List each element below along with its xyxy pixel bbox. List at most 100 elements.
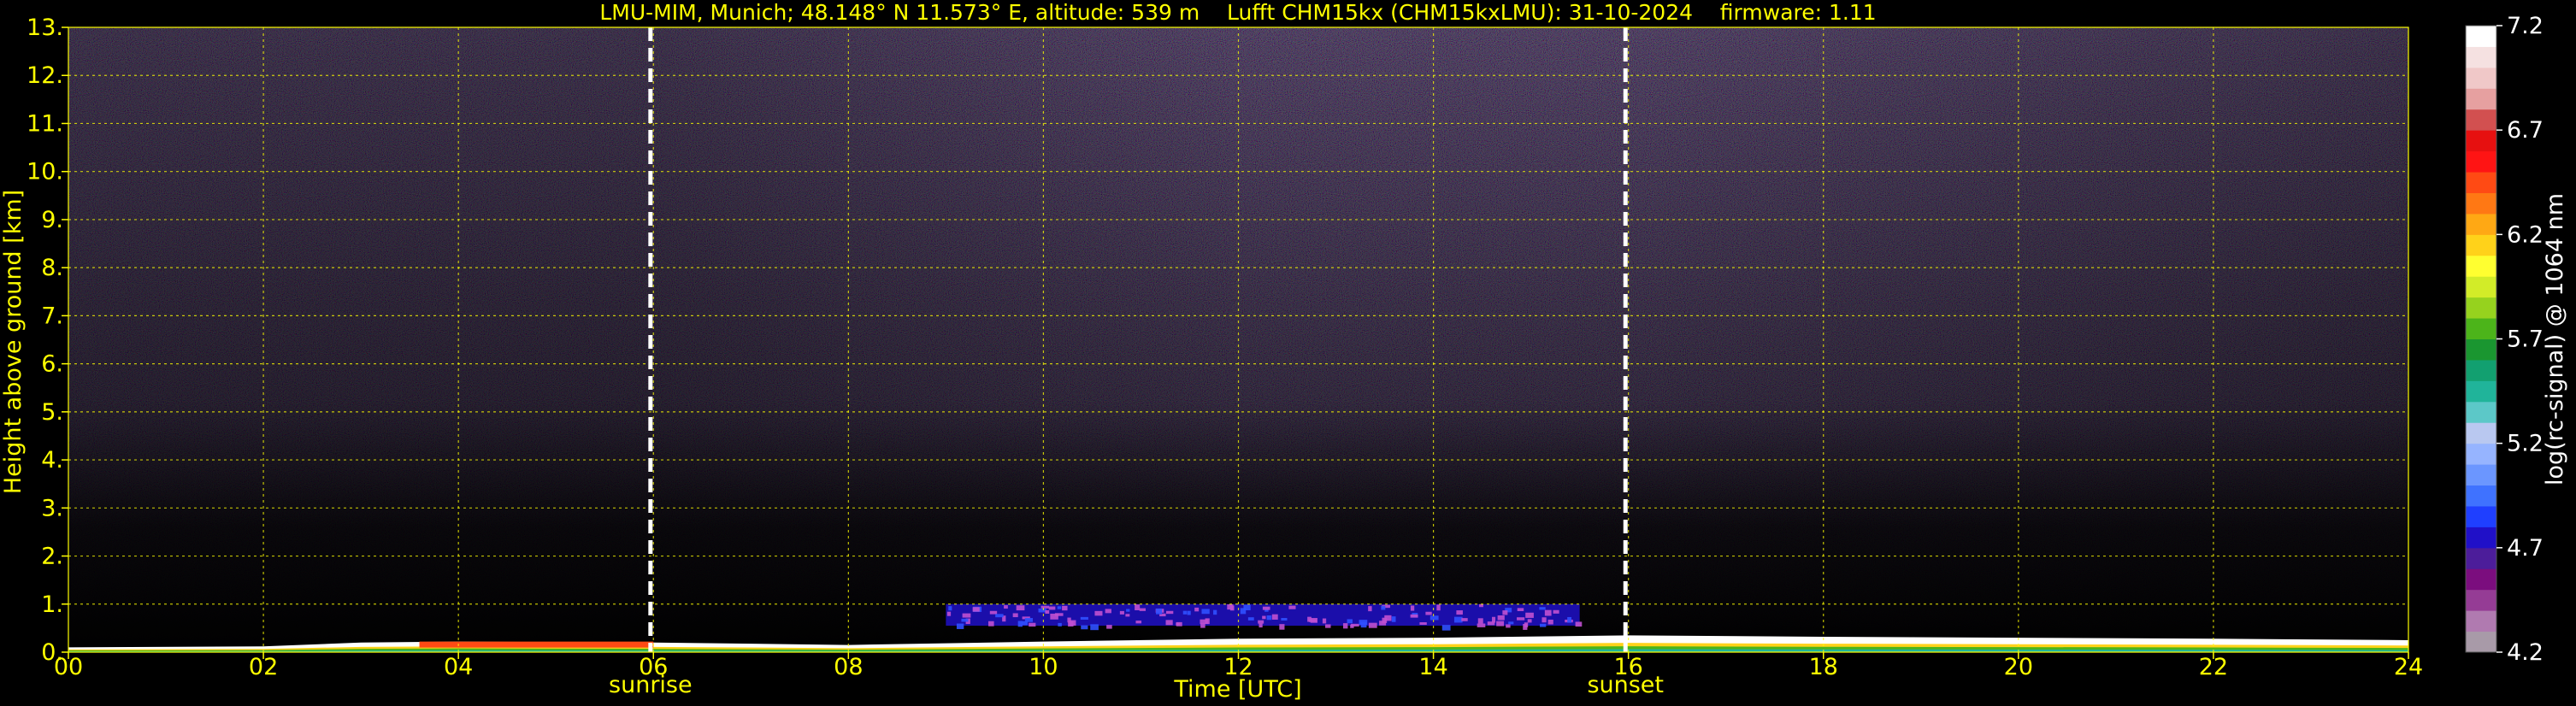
aerosol-speckle: [1094, 610, 1103, 616]
colorbar-swatch: [2466, 109, 2496, 131]
colorbar-swatch: [2466, 401, 2496, 423]
aerosol-speckle: [1575, 621, 1583, 627]
x-tick-label: 20: [2004, 654, 2033, 680]
aerosol-speckle: [1054, 613, 1064, 616]
colorbar-swatch: [2466, 130, 2496, 152]
colorbar-swatch: [2466, 88, 2496, 110]
aerosol-speckle: [1135, 621, 1142, 624]
aerosol-speckle: [1517, 608, 1524, 612]
colorbar-swatch: [2466, 150, 2496, 173]
x-tick-label: 22: [2199, 654, 2228, 680]
sunrise-marker-label: sunrise: [609, 672, 693, 698]
colorbar: [2465, 25, 2497, 653]
aerosol-speckle: [1436, 604, 1441, 611]
colorbar-tick-label: 4.2: [2507, 639, 2544, 666]
x-tick-label: 08: [834, 654, 863, 680]
aerosol-speckle: [1281, 617, 1288, 621]
colorbar-tick-label: 6.2: [2507, 221, 2544, 248]
y-tick-label: 5.: [41, 399, 63, 426]
aerosol-speckle: [1497, 615, 1505, 621]
colorbar-swatch: [2466, 505, 2496, 527]
aerosol-speckle: [1524, 622, 1529, 627]
colorbar-swatch: [2466, 26, 2496, 47]
aerosol-speckle: [1262, 606, 1270, 610]
aerosol-speckle: [1135, 604, 1141, 611]
aerosol-speckle: [1262, 615, 1266, 620]
plot-area: [68, 27, 2408, 652]
aerosol-speckle: [972, 607, 980, 612]
x-tick-label: 24: [2394, 654, 2423, 680]
aerosol-speckle: [1351, 623, 1359, 627]
aerosol-speckle: [1156, 608, 1163, 615]
x-tick-label: 14: [1418, 654, 1447, 680]
aerosol-speckle: [1567, 616, 1572, 623]
colorbar-swatch: [2466, 443, 2496, 465]
aerosol-speckle: [1544, 609, 1552, 616]
aerosol-speckle: [1425, 611, 1432, 615]
aerosol-speckle: [987, 621, 994, 627]
aerosol-speckle: [1456, 610, 1463, 615]
aerosol-speckle: [1477, 623, 1486, 627]
colorbar-swatch: [2466, 610, 2496, 632]
aerosol-speckle: [1347, 619, 1353, 624]
aerosol-speckle: [1105, 609, 1111, 614]
aerosol-speckle: [1080, 616, 1088, 621]
sunset-marker-label: sunset: [1587, 672, 1664, 698]
aerosol-speckle: [1247, 617, 1254, 621]
aerosol-speckle: [1325, 624, 1331, 628]
aerosol-speckle: [1200, 619, 1208, 624]
aerosol-speckle: [961, 618, 969, 622]
aerosol-speckle: [1359, 620, 1368, 625]
aerosol-speckle: [1478, 603, 1483, 608]
aerosol-speckle: [1279, 624, 1285, 630]
x-tick-label: 04: [444, 654, 473, 680]
y-tick-label: 9.: [41, 207, 63, 233]
aerosol-speckle: [1508, 621, 1514, 625]
colorbar-swatch: [2466, 380, 2496, 403]
colorbar-swatch: [2466, 631, 2496, 653]
colorbar-swatch: [2466, 485, 2496, 507]
colorbar-tick-label: 5.7: [2507, 327, 2544, 353]
aerosol-speckle: [1259, 623, 1263, 628]
colorbar-swatch: [2466, 568, 2496, 591]
aerosol-speckle: [1502, 610, 1508, 615]
colorbar-swatch: [2466, 172, 2496, 193]
y-tick-label: 8.: [41, 255, 63, 281]
aerosol-speckle: [1322, 618, 1327, 624]
aerosol-speckle: [1012, 613, 1018, 618]
aerosol-speckle: [1213, 609, 1217, 615]
y-tick-label: 12.: [27, 62, 63, 89]
colorbar-swatch: [2466, 192, 2496, 215]
aerosol-speckle: [1106, 625, 1112, 629]
aerosol-speckle: [1243, 604, 1251, 611]
x-axis-label: Time [UTC]: [1173, 676, 1301, 703]
near-surface-red-band: [419, 641, 654, 648]
aerosol-speckle: [1517, 617, 1525, 621]
aerosol-speckle: [1048, 606, 1056, 610]
aerosol-speckle: [946, 611, 952, 616]
colorbar-swatch: [2466, 297, 2496, 319]
y-tick-label: 3.: [41, 495, 63, 521]
aerosol-speckle: [1194, 607, 1200, 612]
y-tick-label: 0.: [41, 639, 63, 666]
aerosol-speckle: [1057, 606, 1062, 609]
aerosol-speckle: [1539, 607, 1546, 610]
aerosol-speckle: [1200, 623, 1205, 628]
aerosol-speckle: [1492, 616, 1496, 623]
aerosol-speckle: [1126, 609, 1130, 612]
colorbar-swatch: [2466, 234, 2496, 256]
aerosol-speckle: [1527, 619, 1532, 623]
y-tick-label: 2.: [41, 544, 63, 570]
chart-title: LMU-MIM, Munich; 48.148° N 11.573° E, al…: [599, 0, 1876, 25]
aerosol-speckle: [1016, 605, 1025, 611]
y-tick-label: 1.: [41, 591, 63, 618]
aerosol-speckle: [1368, 606, 1372, 612]
aerosol-speckle: [1553, 609, 1559, 614]
colorbar-swatch: [2466, 338, 2496, 361]
y-tick-label: 11.: [27, 110, 63, 137]
aerosol-speckle: [1201, 609, 1210, 615]
aerosol-speckle: [1410, 614, 1418, 618]
aerosol-speckle: [1453, 616, 1463, 623]
colorbar-swatch: [2466, 422, 2496, 444]
colorbar-swatch: [2466, 547, 2496, 569]
